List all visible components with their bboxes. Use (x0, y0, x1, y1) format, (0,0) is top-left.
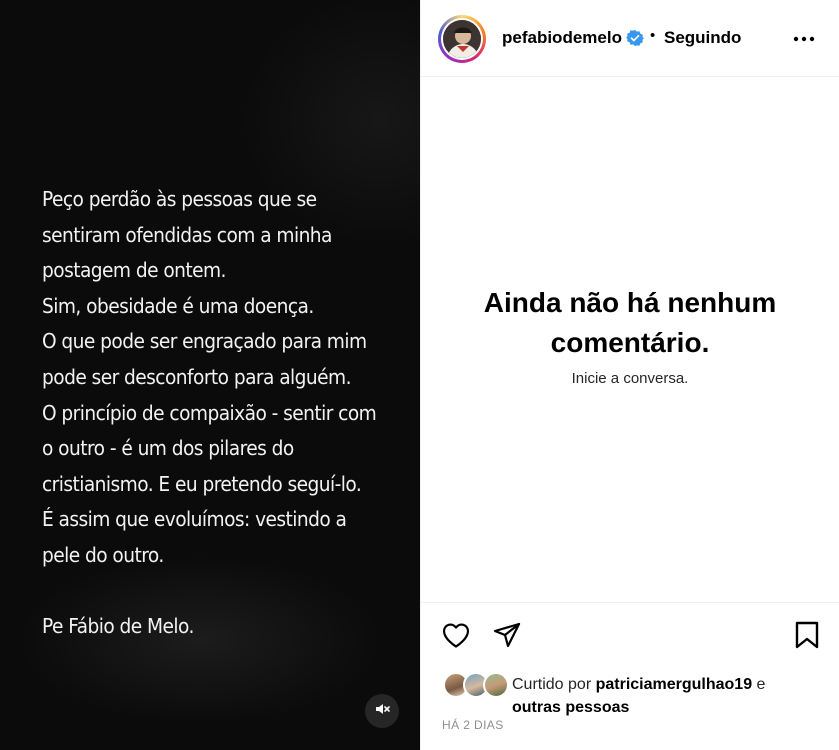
post-image-text: Peço perdão às pessoas que se sentiram o… (42, 187, 377, 639)
mute-toggle-button[interactable] (365, 694, 399, 728)
bookmark-icon[interactable] (793, 620, 821, 650)
post-header: pefabiodemelo • Seguindo (421, 0, 839, 77)
liked-by-user-link[interactable]: patriciamergulhao19 (596, 676, 753, 693)
liked-by-prefix: Curtido por (512, 676, 596, 693)
more-options-icon (793, 29, 815, 47)
no-comments-title: Ainda não há nenhum comentário. (421, 283, 839, 363)
liker-avatar (483, 672, 509, 698)
avatar[interactable] (438, 15, 486, 63)
following-button[interactable]: Seguindo (664, 28, 741, 48)
post-details-panel: pefabiodemelo • Seguindo Ainda não há ne… (420, 0, 839, 750)
heart-icon[interactable] (441, 620, 471, 650)
username-link[interactable]: pefabiodemelo (502, 28, 622, 48)
post-timestamp[interactable]: HÁ 2 DIAS (442, 718, 504, 732)
liked-by-others-link[interactable]: outras pessoas (512, 699, 629, 716)
no-comments-title-text: Ainda não há nenhum comentário. (483, 287, 777, 358)
liked-by-text: Curtido por patriciamergulhao19 e outras… (512, 673, 812, 719)
liked-by-avatars[interactable] (443, 672, 511, 698)
avatar-photo (443, 20, 481, 58)
paper-plane-icon[interactable] (492, 620, 522, 650)
muted-speaker-icon (374, 701, 390, 722)
divider (421, 602, 839, 603)
more-options-button[interactable] (791, 26, 817, 50)
separator-dot: • (650, 27, 656, 44)
verified-badge-icon (626, 29, 644, 47)
start-conversation-text: Inicie a conversa. (571, 370, 689, 387)
post-media[interactable]: Peço perdão às pessoas que se sentiram o… (0, 0, 420, 750)
liked-by-connector: e (752, 676, 766, 693)
